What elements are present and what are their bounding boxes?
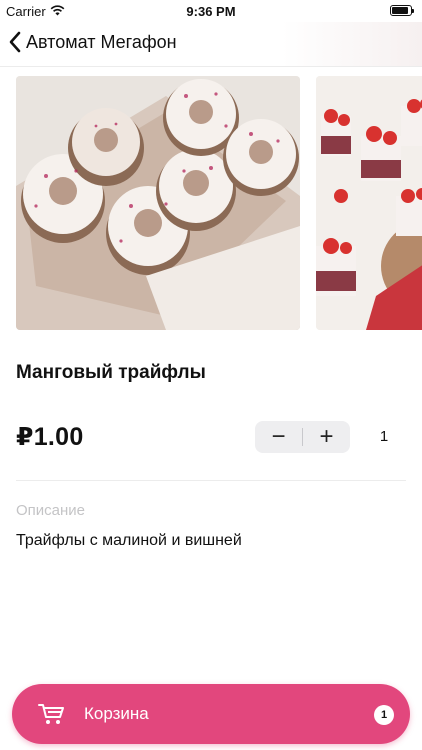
product-gallery[interactable]	[0, 74, 422, 332]
battery-icon	[390, 5, 414, 16]
cart-button[interactable]: Корзина 1	[12, 684, 410, 744]
cart-label: Корзина	[84, 704, 149, 723]
description-text: Трайфлы с малиной и вишней	[16, 532, 242, 549]
nav-background-image	[282, 22, 422, 66]
strawberry-trifles-image	[316, 76, 422, 330]
product-photo[interactable]	[16, 76, 300, 330]
chevron-left-icon	[8, 30, 22, 54]
status-bar: Carrier 9:36 PM	[0, 0, 422, 22]
truffle-box-image	[16, 76, 300, 330]
description-label: Описание	[16, 502, 86, 519]
product-price: ₽1.00	[16, 423, 84, 451]
quantity-stepper: − +	[255, 421, 350, 453]
cart-icon	[38, 702, 66, 731]
decrease-button[interactable]: −	[255, 421, 302, 453]
nav-title: Автомат Мегафон	[26, 31, 177, 52]
plus-icon: +	[319, 423, 334, 450]
quantity-value: 1	[379, 428, 389, 445]
minus-icon: −	[271, 423, 286, 450]
cart-count-badge: 1	[374, 705, 394, 725]
nav-bar: Автомат Мегафон	[0, 22, 422, 67]
back-button[interactable]: Автомат Мегафон	[8, 30, 177, 54]
divider	[16, 480, 406, 481]
status-time: 9:36 PM	[186, 4, 236, 19]
product-title: Манговый трайфлы	[16, 362, 206, 383]
increase-button[interactable]: +	[303, 421, 350, 453]
product-photo-secondary[interactable]	[316, 76, 422, 330]
